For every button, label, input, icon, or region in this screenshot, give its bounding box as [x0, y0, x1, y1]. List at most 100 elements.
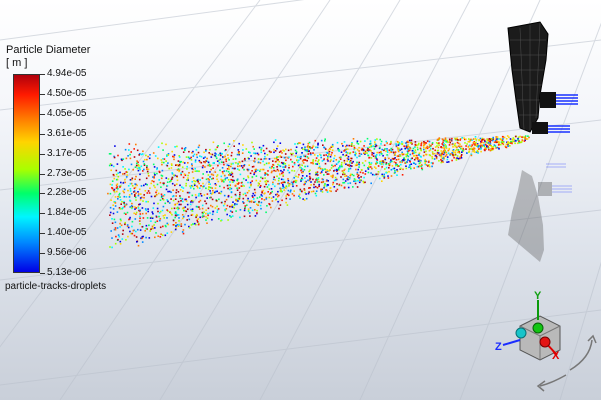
droplet	[445, 145, 447, 148]
droplet	[179, 189, 182, 191]
droplet	[443, 148, 446, 150]
droplet	[455, 138, 457, 141]
droplet	[142, 160, 145, 163]
droplet	[415, 151, 417, 154]
droplet	[396, 169, 398, 171]
droplet	[312, 152, 314, 154]
droplet	[506, 135, 509, 137]
droplet	[515, 139, 517, 142]
droplet	[217, 208, 220, 210]
droplet	[182, 176, 185, 179]
droplet	[205, 209, 207, 211]
droplet	[252, 192, 254, 195]
droplet	[308, 191, 310, 193]
droplet	[446, 156, 449, 158]
droplet	[183, 148, 186, 150]
droplet	[192, 177, 195, 179]
droplet	[411, 149, 414, 152]
droplet	[387, 163, 390, 165]
droplet	[215, 153, 217, 155]
droplet	[320, 139, 323, 142]
droplet	[452, 149, 455, 151]
droplet	[308, 179, 311, 182]
droplet	[230, 163, 233, 165]
droplet	[207, 207, 210, 210]
droplet	[236, 168, 239, 170]
droplet	[260, 147, 263, 149]
droplet	[197, 223, 200, 226]
droplet	[262, 160, 264, 163]
droplet	[270, 167, 273, 170]
colorbar-tick-label: 4.05e-05	[47, 107, 87, 119]
droplet	[300, 178, 302, 181]
droplet	[146, 158, 148, 161]
droplet	[113, 189, 115, 192]
droplet	[187, 156, 190, 158]
droplet	[382, 154, 384, 157]
droplet	[187, 174, 189, 177]
droplet	[356, 161, 358, 164]
droplet	[303, 183, 305, 186]
droplet	[150, 220, 152, 222]
colorbar-tick-label: 3.61e-05	[47, 127, 87, 139]
droplet	[148, 157, 151, 160]
droplet	[487, 142, 490, 144]
droplet	[324, 148, 327, 150]
droplet	[278, 164, 281, 167]
droplet	[338, 183, 341, 186]
droplet	[494, 138, 497, 140]
droplet	[147, 172, 150, 175]
droplet	[332, 183, 334, 186]
droplet	[310, 184, 312, 186]
droplet	[273, 176, 275, 178]
droplet	[181, 207, 184, 210]
droplet	[467, 146, 470, 148]
droplet	[212, 210, 214, 213]
droplet	[175, 189, 178, 191]
droplet	[111, 184, 113, 186]
droplet	[480, 150, 482, 153]
droplet	[212, 177, 214, 180]
droplet	[214, 207, 217, 209]
droplet	[178, 170, 180, 173]
droplet	[130, 192, 133, 195]
colorbar-tick-label: 4.94e-05	[47, 68, 87, 79]
droplet	[204, 156, 206, 158]
droplet	[371, 167, 373, 170]
droplet	[145, 227, 148, 230]
droplet	[453, 151, 455, 153]
droplet	[447, 161, 450, 163]
droplet	[352, 186, 354, 188]
droplet	[216, 175, 218, 178]
droplet	[112, 204, 114, 206]
droplet	[170, 231, 173, 233]
droplet	[137, 228, 139, 231]
droplet	[127, 235, 129, 238]
droplet	[423, 146, 425, 149]
droplet	[288, 164, 290, 167]
droplet	[147, 190, 150, 192]
droplet	[385, 162, 388, 164]
droplet	[158, 179, 160, 181]
droplet	[135, 230, 137, 233]
droplet	[395, 143, 397, 145]
axis-y-label: Y	[534, 290, 542, 302]
droplet	[343, 169, 345, 172]
droplet	[198, 170, 200, 173]
droplet	[221, 171, 224, 173]
droplet	[343, 187, 346, 189]
droplet	[161, 161, 163, 164]
droplet	[188, 172, 190, 174]
droplet	[314, 139, 317, 142]
droplet	[211, 153, 214, 156]
droplet	[405, 167, 408, 170]
droplet	[491, 139, 494, 142]
graphics-viewport[interactable]: Particle Diameter [ m ] 4.94e-05 4.50e-05…	[0, 0, 601, 400]
droplet	[360, 169, 363, 171]
droplet	[474, 136, 477, 138]
droplet	[202, 164, 204, 167]
droplet	[229, 210, 232, 212]
droplet	[211, 218, 213, 221]
droplet	[309, 177, 312, 180]
droplet	[161, 169, 164, 172]
